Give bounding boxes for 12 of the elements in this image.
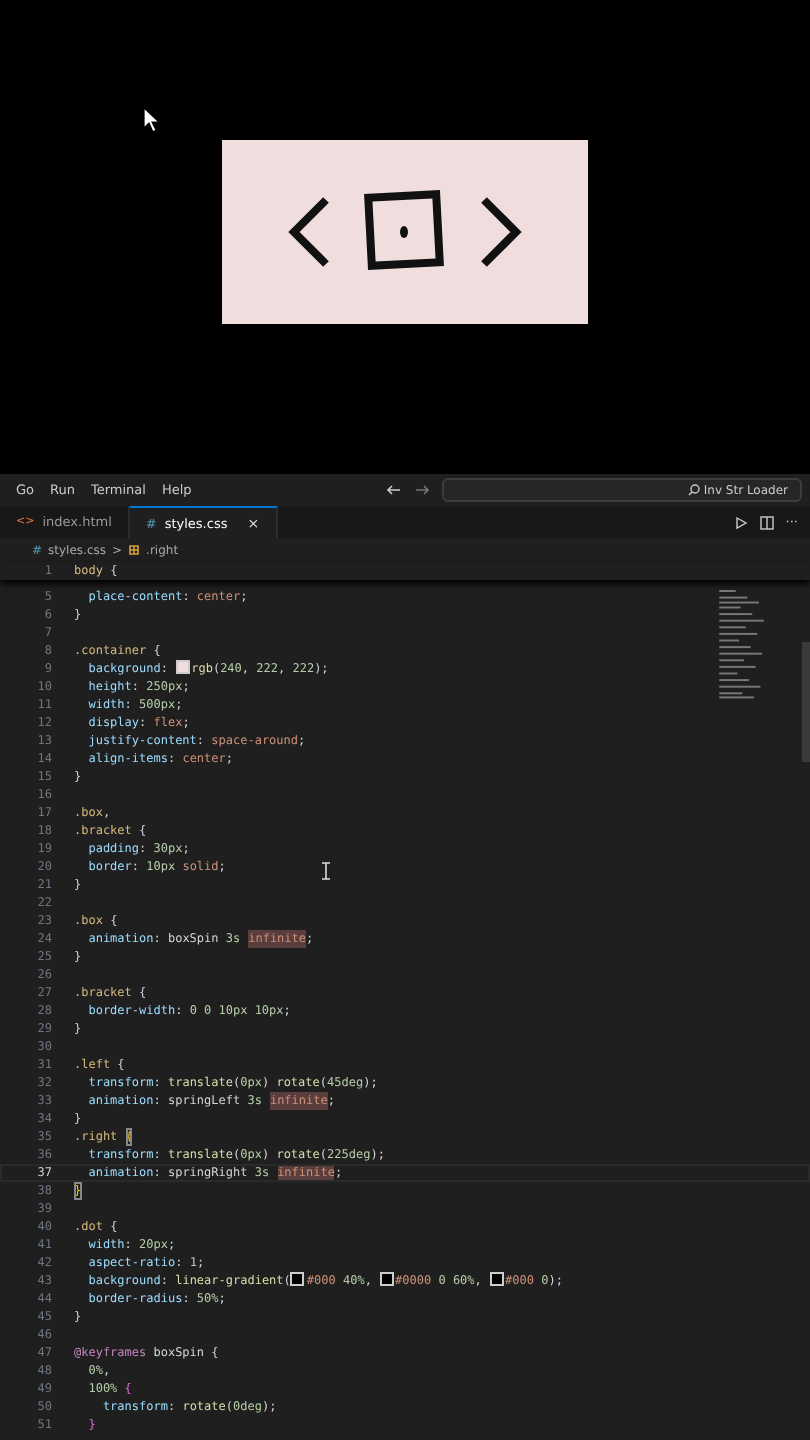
color-swatch[interactable] [175,660,190,674]
back-arrow-icon[interactable] [386,484,402,496]
split-editor-icon[interactable] [759,515,774,529]
search-icon [687,484,700,496]
pointer-icon [144,108,160,132]
color-swatch[interactable] [379,1272,394,1286]
forward-arrow-icon[interactable] [414,484,430,496]
color-swatch[interactable] [489,1272,504,1286]
play-icon[interactable] [733,515,748,529]
symbol-icon [128,544,141,556]
color-swatch[interactable] [290,1272,305,1286]
text-cursor-icon [320,862,332,880]
